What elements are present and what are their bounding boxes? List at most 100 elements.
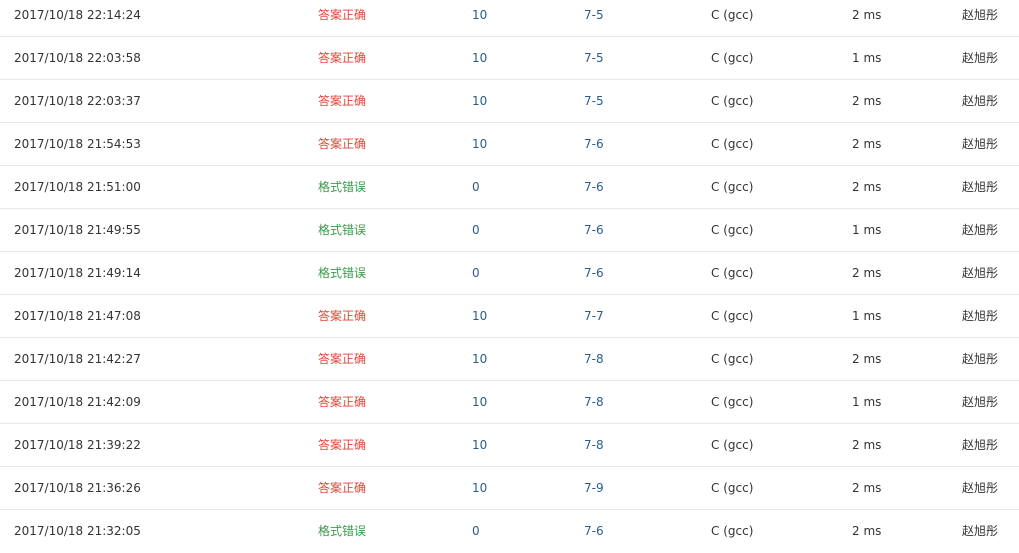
score-link[interactable]: 10 bbox=[472, 338, 487, 380]
user-name: 赵旭彤 bbox=[962, 481, 999, 495]
score-link[interactable]: 10 bbox=[472, 80, 487, 122]
runtime-value: 2 ms bbox=[852, 180, 882, 194]
table-row: 2017/10/18 22:14:24 答案正确 10 7-5 C (gcc) … bbox=[0, 0, 1019, 37]
user-name: 赵旭彤 bbox=[962, 51, 999, 65]
submission-status-link[interactable]: 答案正确 bbox=[318, 123, 366, 165]
submit-time: 2017/10/18 21:32:05 bbox=[14, 524, 141, 538]
table-row: 2017/10/18 21:42:27 答案正确 10 7-8 C (gcc) … bbox=[0, 338, 1019, 381]
submission-status-link[interactable]: 答案正确 bbox=[318, 424, 366, 466]
compiler-label: C (gcc) bbox=[711, 395, 754, 409]
table-row: 2017/10/18 21:36:26 答案正确 10 7-9 C (gcc) … bbox=[0, 467, 1019, 510]
compiler-label: C (gcc) bbox=[711, 524, 754, 538]
submit-time: 2017/10/18 22:14:24 bbox=[14, 8, 141, 22]
submission-status-link[interactable]: 答案正确 bbox=[318, 338, 366, 380]
problem-link[interactable]: 7-6 bbox=[584, 209, 604, 251]
score-link[interactable]: 10 bbox=[472, 295, 487, 337]
runtime-value: 2 ms bbox=[852, 94, 882, 108]
problem-link[interactable]: 7-5 bbox=[584, 80, 604, 122]
user-name: 赵旭彤 bbox=[962, 94, 999, 108]
submission-status-link[interactable]: 格式错误 bbox=[318, 510, 366, 552]
problem-link[interactable]: 7-6 bbox=[584, 252, 604, 294]
score-link[interactable]: 0 bbox=[472, 166, 480, 208]
runtime-value: 2 ms bbox=[852, 137, 882, 151]
submissions-table: 2017/10/18 22:14:24 答案正确 10 7-5 C (gcc) … bbox=[0, 0, 1019, 553]
user-name: 赵旭彤 bbox=[962, 524, 999, 538]
submission-status-link[interactable]: 格式错误 bbox=[318, 252, 366, 294]
problem-link[interactable]: 7-6 bbox=[584, 510, 604, 552]
submission-status-link[interactable]: 答案正确 bbox=[318, 467, 366, 509]
submit-time: 2017/10/18 22:03:37 bbox=[14, 94, 141, 108]
runtime-value: 2 ms bbox=[852, 266, 882, 280]
compiler-label: C (gcc) bbox=[711, 481, 754, 495]
score-link[interactable]: 0 bbox=[472, 209, 480, 251]
user-name: 赵旭彤 bbox=[962, 266, 999, 280]
submission-status-link[interactable]: 格式错误 bbox=[318, 166, 366, 208]
user-name: 赵旭彤 bbox=[962, 309, 999, 323]
submission-status-link[interactable]: 答案正确 bbox=[318, 0, 366, 36]
submit-time: 2017/10/18 21:36:26 bbox=[14, 481, 141, 495]
compiler-label: C (gcc) bbox=[711, 309, 754, 323]
compiler-label: C (gcc) bbox=[711, 51, 754, 65]
submit-time: 2017/10/18 21:47:08 bbox=[14, 309, 141, 323]
runtime-value: 1 ms bbox=[852, 309, 882, 323]
score-link[interactable]: 10 bbox=[472, 424, 487, 466]
table-row: 2017/10/18 21:39:22 答案正确 10 7-8 C (gcc) … bbox=[0, 424, 1019, 467]
submission-status-link[interactable]: 答案正确 bbox=[318, 80, 366, 122]
submission-status-link[interactable]: 格式错误 bbox=[318, 209, 366, 251]
compiler-label: C (gcc) bbox=[711, 223, 754, 237]
runtime-value: 1 ms bbox=[852, 223, 882, 237]
problem-link[interactable]: 7-8 bbox=[584, 381, 604, 423]
runtime-value: 2 ms bbox=[852, 8, 882, 22]
runtime-value: 2 ms bbox=[852, 481, 882, 495]
user-name: 赵旭彤 bbox=[962, 438, 999, 452]
user-name: 赵旭彤 bbox=[962, 137, 999, 151]
runtime-value: 1 ms bbox=[852, 51, 882, 65]
table-row: 2017/10/18 21:51:00 格式错误 0 7-6 C (gcc) 2… bbox=[0, 166, 1019, 209]
submissions-table-body: 2017/10/18 22:14:24 答案正确 10 7-5 C (gcc) … bbox=[0, 0, 1019, 553]
compiler-label: C (gcc) bbox=[711, 266, 754, 280]
table-row: 2017/10/18 22:03:37 答案正确 10 7-5 C (gcc) … bbox=[0, 80, 1019, 123]
user-name: 赵旭彤 bbox=[962, 395, 999, 409]
table-row: 2017/10/18 21:42:09 答案正确 10 7-8 C (gcc) … bbox=[0, 381, 1019, 424]
problem-link[interactable]: 7-8 bbox=[584, 424, 604, 466]
submit-time: 2017/10/18 22:03:58 bbox=[14, 51, 141, 65]
score-link[interactable]: 0 bbox=[472, 252, 480, 294]
score-link[interactable]: 10 bbox=[472, 37, 487, 79]
user-name: 赵旭彤 bbox=[962, 180, 999, 194]
table-row: 2017/10/18 21:32:05 格式错误 0 7-6 C (gcc) 2… bbox=[0, 510, 1019, 553]
problem-link[interactable]: 7-9 bbox=[584, 467, 604, 509]
compiler-label: C (gcc) bbox=[711, 438, 754, 452]
table-row: 2017/10/18 21:49:55 格式错误 0 7-6 C (gcc) 1… bbox=[0, 209, 1019, 252]
problem-link[interactable]: 7-8 bbox=[584, 338, 604, 380]
runtime-value: 2 ms bbox=[852, 352, 882, 366]
problem-link[interactable]: 7-7 bbox=[584, 295, 604, 337]
submit-time: 2017/10/18 21:54:53 bbox=[14, 137, 141, 151]
score-link[interactable]: 10 bbox=[472, 381, 487, 423]
compiler-label: C (gcc) bbox=[711, 352, 754, 366]
score-link[interactable]: 10 bbox=[472, 467, 487, 509]
problem-link[interactable]: 7-6 bbox=[584, 123, 604, 165]
submission-status-link[interactable]: 答案正确 bbox=[318, 37, 366, 79]
submit-time: 2017/10/18 21:49:55 bbox=[14, 223, 141, 237]
table-row: 2017/10/18 21:54:53 答案正确 10 7-6 C (gcc) … bbox=[0, 123, 1019, 166]
table-row: 2017/10/18 21:47:08 答案正确 10 7-7 C (gcc) … bbox=[0, 295, 1019, 338]
submission-status-link[interactable]: 答案正确 bbox=[318, 295, 366, 337]
submit-time: 2017/10/18 21:39:22 bbox=[14, 438, 141, 452]
user-name: 赵旭彤 bbox=[962, 8, 999, 22]
score-link[interactable]: 10 bbox=[472, 0, 487, 36]
compiler-label: C (gcc) bbox=[711, 180, 754, 194]
problem-link[interactable]: 7-6 bbox=[584, 166, 604, 208]
user-name: 赵旭彤 bbox=[962, 223, 999, 237]
runtime-value: 1 ms bbox=[852, 395, 882, 409]
compiler-label: C (gcc) bbox=[711, 94, 754, 108]
runtime-value: 2 ms bbox=[852, 524, 882, 538]
submission-status-link[interactable]: 答案正确 bbox=[318, 381, 366, 423]
problem-link[interactable]: 7-5 bbox=[584, 37, 604, 79]
score-link[interactable]: 10 bbox=[472, 123, 487, 165]
table-row: 2017/10/18 21:49:14 格式错误 0 7-6 C (gcc) 2… bbox=[0, 252, 1019, 295]
submit-time: 2017/10/18 21:42:09 bbox=[14, 395, 141, 409]
score-link[interactable]: 0 bbox=[472, 510, 480, 552]
submit-time: 2017/10/18 21:49:14 bbox=[14, 266, 141, 280]
runtime-value: 2 ms bbox=[852, 438, 882, 452]
problem-link[interactable]: 7-5 bbox=[584, 0, 604, 36]
